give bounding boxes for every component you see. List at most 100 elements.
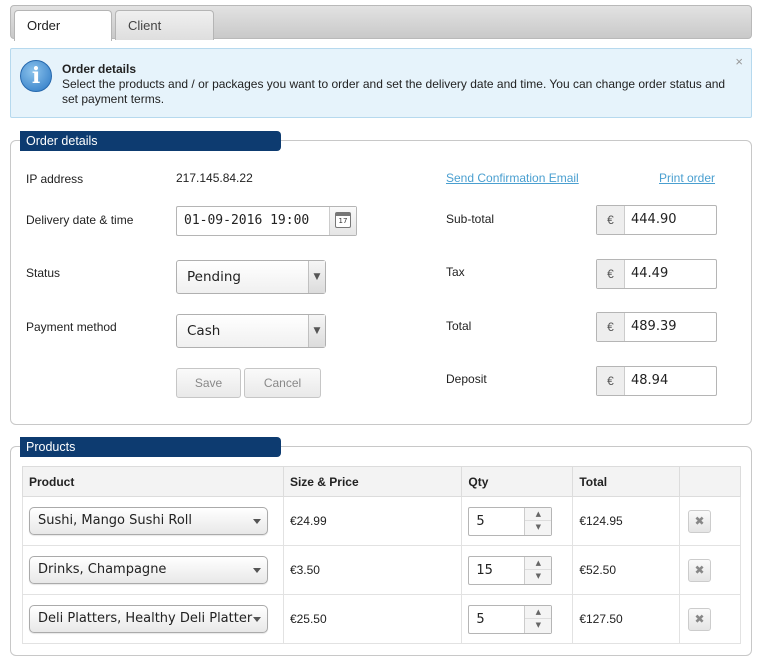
- column-header-actions: [679, 466, 741, 497]
- products-table: Product Size & Price Qty Total Sushi, Ma…: [22, 466, 741, 644]
- quantity-stepper[interactable]: 5 ▲ ▼: [468, 506, 553, 536]
- table-row: Deli Platters, Healthy Deli Platter €25.…: [22, 594, 741, 644]
- quantity-value: 5: [476, 611, 485, 627]
- column-header-product: Product: [22, 466, 284, 497]
- delivery-date-label: Delivery date & time: [26, 213, 134, 227]
- subtotal-label: Sub-total: [446, 212, 495, 226]
- deposit-label: Deposit: [446, 372, 487, 386]
- print-order-link[interactable]: Print order: [659, 171, 715, 185]
- decrement-icon[interactable]: ▼: [525, 619, 551, 632]
- info-message: i Order details Select the products and …: [10, 48, 752, 118]
- column-header-size-price: Size & Price: [282, 466, 463, 497]
- order-details-legend: Order details: [20, 131, 281, 151]
- qty-cell: 5 ▲ ▼: [461, 594, 574, 644]
- euro-icon: €: [597, 367, 625, 395]
- qty-cell: 5 ▲ ▼: [461, 496, 574, 546]
- chevron-down-icon: [253, 519, 261, 524]
- subtotal-field[interactable]: € 444.90: [596, 205, 717, 235]
- info-icon: i: [20, 60, 52, 92]
- actions-cell: ✖: [679, 594, 741, 644]
- tax-value: 44.49: [631, 266, 669, 281]
- quantity-stepper[interactable]: 15 ▲ ▼: [468, 555, 553, 585]
- actions-cell: ✖: [679, 545, 741, 595]
- tax-label: Tax: [446, 265, 465, 279]
- column-header-qty: Qty: [461, 466, 574, 497]
- product-cell: Sushi, Mango Sushi Roll: [22, 496, 284, 546]
- qty-cell: 15 ▲ ▼: [461, 545, 574, 595]
- quantity-value: 15: [476, 562, 493, 578]
- increment-icon[interactable]: ▲: [525, 606, 552, 619]
- product-selected-value: Drinks, Champagne: [38, 562, 167, 577]
- increment-icon[interactable]: ▲: [525, 557, 552, 570]
- remove-row-button[interactable]: ✖: [688, 509, 712, 533]
- chevron-down-icon: ▼: [308, 261, 325, 293]
- subtotal-value: 444.90: [631, 212, 677, 227]
- chevron-down-icon: [253, 568, 261, 573]
- price-cell: €3.50: [282, 545, 463, 595]
- close-icon: ✖: [694, 562, 705, 577]
- deposit-field[interactable]: € 48.94: [596, 366, 717, 396]
- close-icon: ✖: [694, 611, 705, 626]
- send-confirmation-email-link[interactable]: Send Confirmation Email: [446, 171, 579, 185]
- close-icon[interactable]: ×: [735, 54, 743, 69]
- product-select[interactable]: Drinks, Champagne: [29, 556, 268, 584]
- spinner: ▲ ▼: [524, 507, 552, 535]
- calendar-button[interactable]: 17: [329, 207, 356, 235]
- actions-cell: ✖: [679, 496, 741, 546]
- column-header-total: Total: [572, 466, 681, 497]
- decrement-icon[interactable]: ▼: [525, 570, 551, 583]
- ip-address-value: 217.145.84.22: [176, 171, 253, 185]
- product-select[interactable]: Deli Platters, Healthy Deli Platter: [29, 605, 268, 633]
- euro-icon: €: [597, 206, 625, 234]
- tab-client-details[interactable]: Client Details: [115, 10, 214, 62]
- remove-row-button[interactable]: ✖: [688, 558, 712, 582]
- save-button[interactable]: Save: [176, 368, 241, 398]
- status-selected-value: Pending: [187, 269, 241, 285]
- cancel-button[interactable]: Cancel: [244, 368, 321, 398]
- deposit-value: 48.94: [631, 373, 669, 388]
- decrement-icon[interactable]: ▼: [525, 521, 551, 534]
- table-row: Drinks, Champagne €3.50 15 ▲ ▼ €52.50 ✖: [22, 545, 741, 595]
- euro-icon: €: [597, 260, 625, 288]
- price-cell: €24.99: [282, 496, 463, 546]
- table-row: Sushi, Mango Sushi Roll €24.99 5 ▲ ▼ €12…: [22, 496, 741, 546]
- products-legend: Products: [20, 437, 281, 457]
- calendar-icon: 17: [335, 212, 351, 228]
- quantity-value: 5: [476, 513, 485, 529]
- quantity-stepper[interactable]: 5 ▲ ▼: [468, 604, 553, 634]
- chevron-down-icon: [253, 617, 261, 622]
- close-icon: ✖: [694, 513, 705, 528]
- total-field[interactable]: € 489.39: [596, 312, 717, 342]
- increment-icon[interactable]: ▲: [525, 508, 552, 521]
- info-text: Select the products and / or packages yo…: [62, 77, 726, 106]
- delivery-datetime-value: 01-09-2016 19:00: [184, 213, 310, 228]
- spinner: ▲ ▼: [524, 605, 552, 633]
- product-selected-value: Sushi, Mango Sushi Roll: [38, 513, 193, 528]
- total-label: Total: [446, 319, 472, 333]
- line-total-cell: €52.50: [572, 545, 681, 595]
- status-select[interactable]: Pending ▼: [176, 260, 326, 294]
- euro-icon: €: [597, 313, 625, 341]
- status-label: Status: [26, 266, 61, 280]
- product-cell: Deli Platters, Healthy Deli Platter: [22, 594, 284, 644]
- line-total-cell: €127.50: [572, 594, 681, 644]
- remove-row-button[interactable]: ✖: [688, 607, 712, 631]
- chevron-down-icon: ▼: [308, 315, 325, 347]
- tab-order-details[interactable]: Order Details: [14, 10, 112, 62]
- product-cell: Drinks, Champagne: [22, 545, 284, 595]
- payment-method-label: Payment method: [26, 320, 117, 334]
- tab-bar: Order Details Client Details: [10, 5, 752, 62]
- spinner: ▲ ▼: [524, 556, 552, 584]
- delivery-datetime-input[interactable]: 01-09-2016 19:00 17: [176, 206, 357, 236]
- product-select[interactable]: Sushi, Mango Sushi Roll: [29, 507, 268, 535]
- table-header-row: Product Size & Price Qty Total: [22, 466, 741, 497]
- payment-method-selected-value: Cash: [187, 323, 221, 339]
- product-selected-value: Deli Platters, Healthy Deli Platter: [38, 611, 253, 626]
- line-total-cell: €124.95: [572, 496, 681, 546]
- payment-method-select[interactable]: Cash ▼: [176, 314, 326, 348]
- info-title: Order details: [62, 62, 137, 76]
- total-value: 489.39: [631, 319, 677, 334]
- tax-field[interactable]: € 44.49: [596, 259, 717, 289]
- price-cell: €25.50: [282, 594, 463, 644]
- ip-address-label: IP address: [26, 172, 84, 186]
